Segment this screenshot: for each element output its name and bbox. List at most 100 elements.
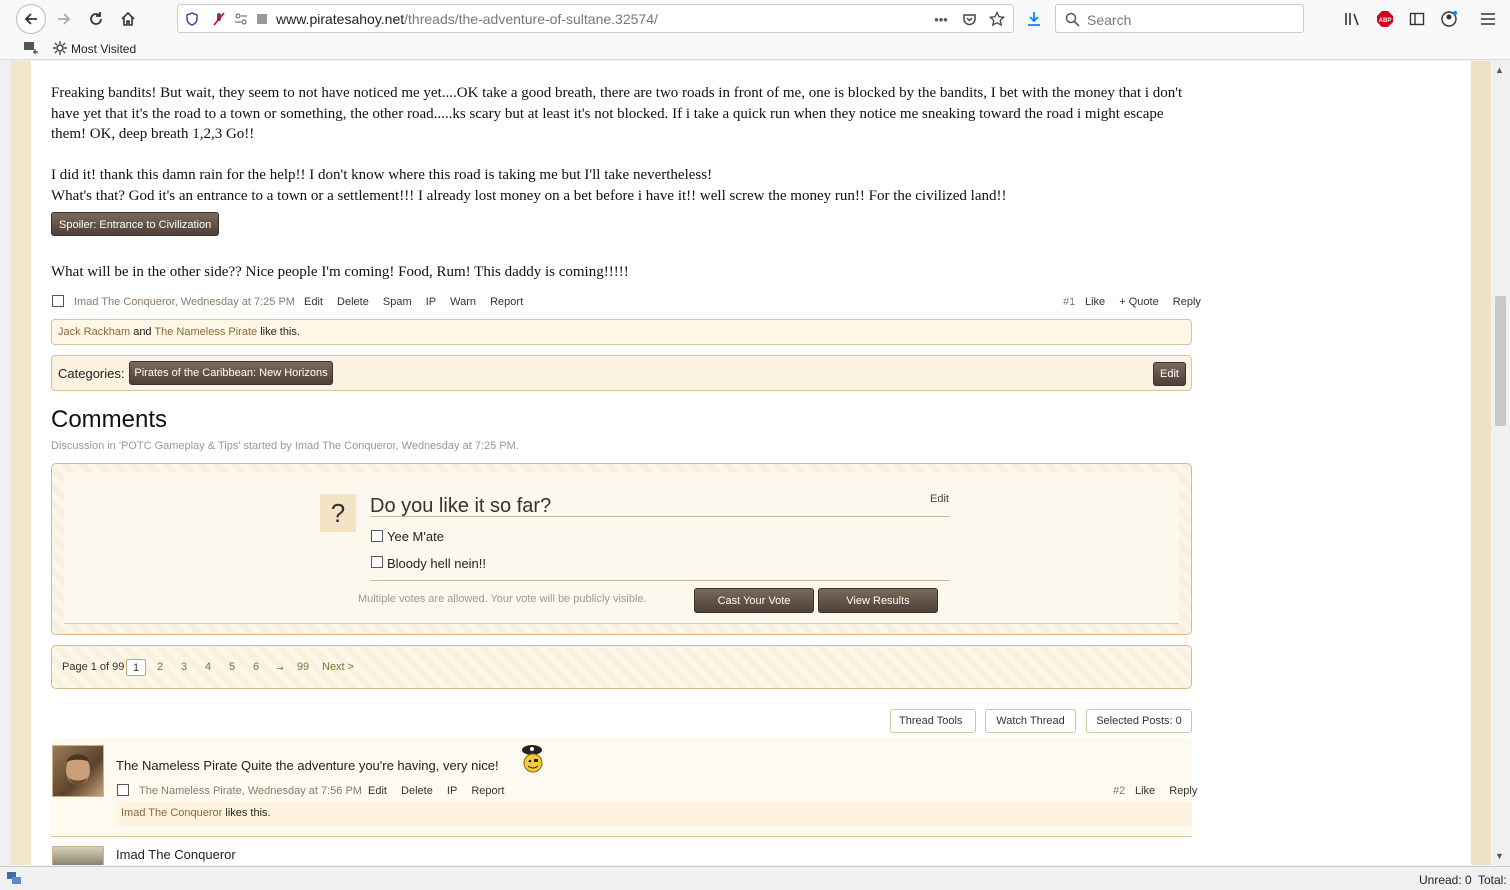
- comments-heading: Comments: [51, 406, 168, 433]
- svg-text:ABP: ABP: [1379, 18, 1392, 24]
- page-link[interactable]: 6: [246, 659, 266, 676]
- page-link-current[interactable]: 1: [126, 659, 146, 676]
- page-link[interactable]: 5: [222, 659, 242, 676]
- bookmarks-bar: Most Visited: [0, 38, 1510, 60]
- edit-poll-link[interactable]: Edit: [930, 493, 949, 505]
- mic-blocked-icon[interactable]: [211, 11, 227, 27]
- selected-posts-button[interactable]: Selected Posts: 0: [1086, 709, 1192, 733]
- author-link[interactable]: The Nameless Pirate: [116, 758, 237, 773]
- post-paragraph: Freaking bandits! But wait, they seem to…: [51, 85, 1183, 142]
- page-label: Page 1 of 99: [62, 661, 125, 673]
- category-tag[interactable]: Pirates of the Caribbean: New Horizons: [129, 361, 333, 385]
- forward-button[interactable]: [49, 4, 79, 34]
- adblock-icon[interactable]: ABP: [1375, 9, 1395, 29]
- url-text[interactable]: www.piratesahoy.net/threads/the-adventur…: [276, 11, 658, 27]
- poll-option-checkbox[interactable]: [371, 530, 383, 542]
- comment-message: Quite the adventure you're having, very …: [241, 758, 499, 773]
- scroll-down-icon[interactable]: ▼: [1495, 851, 1504, 861]
- warn-link[interactable]: Warn: [450, 296, 476, 308]
- library-icon[interactable]: [1343, 9, 1363, 29]
- like-link[interactable]: Like: [1135, 785, 1155, 797]
- view-results-button[interactable]: View Results: [818, 588, 938, 613]
- scrollbar-vertical[interactable]: ▲ ▼: [1491, 61, 1510, 865]
- categories-bar: Categories: Pirates of the Caribbean: Ne…: [51, 355, 1192, 391]
- gear-icon: [53, 41, 67, 58]
- download-icon[interactable]: [1024, 9, 1044, 29]
- page-link[interactable]: 4: [198, 659, 218, 676]
- status-bar: Unread: 0 Total:: [0, 866, 1510, 890]
- pocket-icon[interactable]: [961, 11, 977, 27]
- likes-summary: Imad The Conqueror likes this.: [116, 801, 1192, 826]
- reload-button[interactable]: [81, 4, 111, 34]
- post-time[interactable]: , Wednesday at 7:56 PM: [242, 785, 362, 797]
- page-link[interactable]: 3: [174, 659, 194, 676]
- search-placeholder: Search: [1087, 12, 1132, 28]
- watch-thread-button[interactable]: Watch Thread: [985, 709, 1076, 733]
- post-number[interactable]: #1: [1063, 296, 1075, 308]
- url-bar[interactable]: www.piratesahoy.net/threads/the-adventur…: [177, 4, 1014, 33]
- scrollbar-thumb[interactable]: [1495, 296, 1506, 426]
- edit-categories-button[interactable]: Edit: [1153, 362, 1186, 386]
- poll-option-label[interactable]: Bloody hell nein!!: [387, 556, 486, 571]
- spam-link[interactable]: Spam: [383, 296, 412, 308]
- report-link[interactable]: Report: [490, 296, 523, 308]
- home-button[interactable]: [113, 4, 143, 34]
- page-jump-arrow[interactable]: →: [270, 659, 290, 676]
- cast-vote-button[interactable]: Cast Your Vote: [694, 588, 814, 613]
- like-link[interactable]: Like: [1085, 296, 1105, 308]
- avatar[interactable]: [52, 846, 104, 865]
- sidebar-icon[interactable]: [1407, 9, 1427, 29]
- ip-link[interactable]: IP: [447, 785, 457, 797]
- search-input[interactable]: Search: [1055, 4, 1304, 33]
- thread-tools-button[interactable]: Thread Tools ▼: [890, 709, 976, 749]
- post-number[interactable]: #2: [1113, 785, 1125, 797]
- edit-link[interactable]: Edit: [368, 785, 387, 797]
- discussion-info: Discussion in 'POTC Gameplay & Tips' sta…: [51, 440, 519, 452]
- select-post-checkbox[interactable]: [117, 784, 129, 796]
- reply-link[interactable]: Reply: [1169, 785, 1197, 797]
- post-actions: Edit Delete IP Report: [368, 785, 515, 797]
- arrow-right-icon: [58, 13, 71, 25]
- liker-link[interactable]: Jack Rackham: [58, 326, 130, 338]
- arrow-left-icon: [24, 13, 37, 25]
- page-link-last[interactable]: 99: [292, 659, 314, 676]
- other-bookmarks-icon[interactable]: [23, 41, 39, 58]
- page-link[interactable]: 2: [150, 659, 170, 676]
- browser-toolbar: www.piratesahoy.net/threads/the-adventur…: [0, 0, 1510, 38]
- author-link[interactable]: Imad The Conqueror: [74, 296, 175, 308]
- poll-note: Multiple votes are allowed. Your vote wi…: [358, 593, 647, 605]
- more-actions-icon[interactable]: •••: [933, 11, 949, 27]
- spoiler-button[interactable]: Spoiler: Entrance to Civilization: [51, 212, 220, 236]
- most-visited-link[interactable]: Most Visited: [71, 42, 136, 56]
- question-mark-icon: ?: [320, 494, 356, 532]
- ip-link[interactable]: IP: [426, 296, 436, 308]
- star-bookmark-icon[interactable]: [989, 11, 1005, 27]
- reply-link[interactable]: Reply: [1173, 296, 1201, 308]
- shield-icon[interactable]: [184, 11, 200, 27]
- back-button[interactable]: [16, 4, 46, 34]
- select-post-checkbox[interactable]: [52, 295, 64, 307]
- unread-count: Unread: 0: [1419, 873, 1472, 887]
- permissions-icon[interactable]: [233, 11, 249, 27]
- scroll-up-icon[interactable]: ▲: [1495, 65, 1504, 75]
- avatar-image: [66, 754, 90, 785]
- author-link[interactable]: The Nameless Pirate: [139, 785, 242, 797]
- menu-icon[interactable]: [1478, 9, 1498, 29]
- poll-option-checkbox[interactable]: [371, 556, 383, 568]
- likes-text: and: [130, 326, 155, 338]
- liker-link[interactable]: Imad The Conqueror: [121, 807, 222, 819]
- post-author-name[interactable]: Imad The Conqueror: [116, 847, 236, 862]
- total-count: Total:: [1478, 873, 1507, 887]
- account-icon[interactable]: [1439, 9, 1459, 29]
- avatar[interactable]: [52, 745, 104, 797]
- report-link[interactable]: Report: [471, 785, 504, 797]
- liker-link[interactable]: The Nameless Pirate: [154, 326, 257, 338]
- post-time[interactable]: , Wednesday at 7:25 PM: [175, 296, 295, 308]
- delete-link[interactable]: Delete: [337, 296, 369, 308]
- delete-link[interactable]: Delete: [401, 785, 433, 797]
- poll-option-label[interactable]: Yee M'ate: [387, 529, 444, 544]
- edit-link[interactable]: Edit: [304, 296, 323, 308]
- next-page-link[interactable]: Next >: [322, 659, 354, 676]
- quote-link[interactable]: + Quote: [1119, 296, 1158, 308]
- post-paragraph: What's that? God it's an entrance to a t…: [51, 188, 1007, 204]
